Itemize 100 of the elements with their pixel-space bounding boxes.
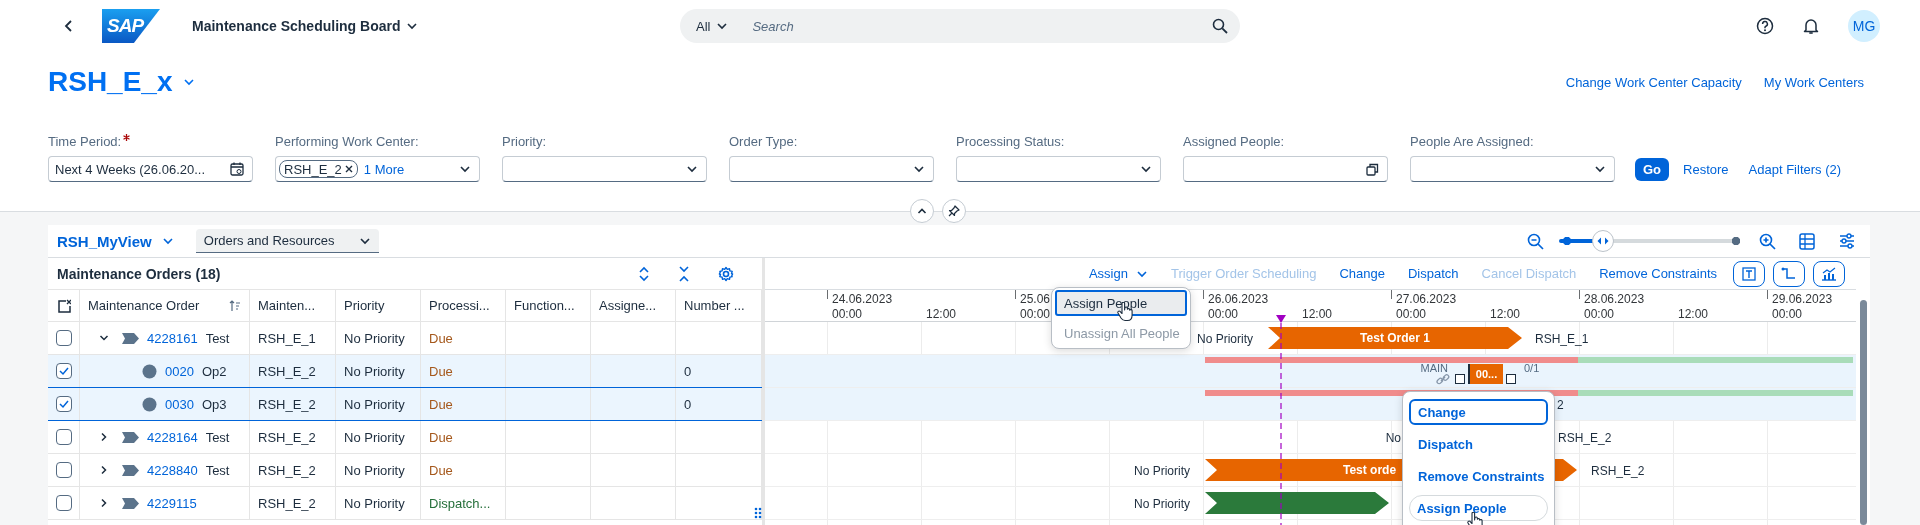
scrollbar[interactable] — [1860, 300, 1867, 525]
menu-button[interactable]: Assign — [1088, 266, 1148, 281]
table-cell: Due — [421, 421, 506, 453]
adapt-filters-button[interactable]: Adapt Filters (2) — [1746, 159, 1844, 179]
column-header[interactable]: Assigne... — [591, 290, 676, 321]
table-row[interactable]: 0030 Op3 RSH_E_2 No Priority Due 0 — [48, 388, 762, 421]
column-header[interactable]: Priority — [336, 290, 421, 321]
token[interactable]: RSH_E_2 — [279, 160, 358, 178]
order-bar[interactable] — [1205, 492, 1389, 514]
more-link[interactable]: 1 More — [363, 161, 405, 177]
operation-link[interactable]: 0030 — [165, 396, 194, 412]
chevron-right-icon[interactable] — [99, 432, 109, 442]
page-title-menu[interactable]: RSH_E_x — [48, 66, 195, 98]
bell-icon[interactable] — [1802, 17, 1820, 35]
column-header[interactable]: Maintenance Order — [88, 298, 200, 313]
table-row[interactable]: 0020 Op2 RSH_E_2 No Priority Due 0 — [48, 355, 762, 388]
chevron-right-icon[interactable] — [99, 465, 109, 475]
axis-time: 00:00 — [1020, 307, 1051, 321]
zoom-in-icon[interactable] — [1759, 232, 1776, 250]
date-field[interactable]: Next 4 Weeks (26.06.20... — [48, 156, 253, 182]
order-link[interactable]: 4228161 — [147, 330, 198, 346]
table-cell: RSH_E_2 — [250, 454, 336, 486]
priority-label: No — [1385, 431, 1401, 445]
clear-selection-icon[interactable] — [56, 298, 71, 313]
value-help-icon — [1366, 162, 1379, 176]
go-button[interactable]: Go — [1635, 157, 1670, 181]
header-link[interactable]: Change Work Center Capacity — [1565, 74, 1742, 90]
user-avatar[interactable]: MG — [1848, 10, 1880, 42]
slider-handle[interactable] — [1592, 230, 1615, 252]
menu-item[interactable]: Change — [1409, 399, 1548, 425]
axis-time: 00:00 — [1584, 307, 1615, 321]
select-field[interactable] — [1410, 156, 1615, 182]
gantt-row[interactable]: MAIN 00... 0/1 — [765, 355, 1856, 388]
table-cell: No Priority — [336, 454, 421, 486]
chevron-right-icon[interactable] — [99, 498, 109, 508]
search-field[interactable]: All Search — [680, 9, 1240, 43]
check-icon — [58, 366, 69, 376]
display-mode-select[interactable]: Orders and Resources — [195, 229, 379, 253]
connector-handle[interactable] — [1455, 374, 1465, 384]
toolbar-button[interactable]: Remove Constraints — [1599, 266, 1717, 281]
order-bar[interactable]: Test Order 1 — [1268, 327, 1522, 349]
order-link[interactable]: 4228164 — [147, 429, 198, 445]
restore-button[interactable]: Restore — [1681, 159, 1731, 179]
row-checkbox[interactable] — [55, 330, 72, 346]
search-icon[interactable] — [1212, 18, 1228, 34]
caret-icon[interactable] — [99, 333, 109, 343]
help-icon[interactable] — [1756, 17, 1774, 35]
order-description: Test — [205, 429, 230, 445]
select-field[interactable] — [729, 156, 934, 182]
app-title-menu[interactable]: Maintenance Scheduling Board — [188, 14, 423, 38]
multi-select-field[interactable]: RSH_E_2 1 More — [275, 156, 480, 182]
column-header[interactable]: Processi... — [421, 290, 506, 321]
value-help-field[interactable] — [1183, 156, 1388, 182]
connector-handle[interactable] — [1506, 374, 1516, 384]
row-checkbox[interactable] — [55, 429, 72, 445]
order-link[interactable]: 4229115 — [147, 495, 197, 511]
menu-item[interactable]: Dispatch — [1409, 431, 1548, 457]
view-select[interactable]: RSH_MyView — [57, 232, 174, 250]
table-row[interactable]: 4228840 Test RSH_E_2 No Priority Due — [48, 454, 762, 487]
select-field[interactable] — [502, 156, 707, 182]
relationship-button[interactable] — [1773, 260, 1805, 287]
capacity-label: 2 — [1557, 398, 1564, 412]
axis-date: 29.06.2023 — [1772, 292, 1833, 306]
row-checkbox[interactable] — [55, 396, 72, 412]
column-header[interactable]: Function... — [506, 290, 591, 321]
axis-date: 28.06.2023 — [1584, 292, 1645, 306]
toolbar-button[interactable]: Change — [1339, 266, 1385, 281]
caret-icon — [913, 163, 925, 175]
expand-all-icon[interactable] — [638, 265, 650, 282]
operation-bar[interactable]: 00... — [1468, 364, 1503, 384]
zoom-out-icon[interactable] — [1527, 232, 1544, 250]
flag-icon — [122, 464, 139, 476]
text-display-button[interactable] — [1733, 260, 1765, 287]
row-checkbox[interactable] — [55, 462, 72, 478]
collapse-header-button[interactable] — [910, 199, 934, 223]
settings-sliders-icon[interactable] — [1839, 233, 1855, 249]
caret-icon — [406, 20, 419, 32]
order-link[interactable]: 4228840 — [147, 462, 198, 478]
filter-label: People Are Assigned: — [1410, 134, 1534, 149]
column-header[interactable]: Mainten... — [250, 290, 336, 321]
chart-button[interactable] — [1813, 260, 1845, 287]
table-row[interactable]: 4228164 Test RSH_E_2 No Priority Due — [48, 421, 762, 454]
circle-icon — [142, 363, 157, 379]
table-row[interactable]: 4229115 RSH_E_2 No Priority Dispatch... — [48, 487, 762, 520]
search-scope-select[interactable]: All — [688, 14, 737, 38]
filter-label: Assigned People: — [1183, 134, 1285, 149]
axis-time: 12:00 — [1490, 307, 1521, 321]
row-checkbox[interactable] — [55, 495, 72, 511]
settings-icon[interactable] — [718, 265, 734, 282]
row-checkbox[interactable] — [55, 363, 72, 379]
table-cell: No Priority — [336, 421, 421, 453]
pin-button[interactable] — [942, 199, 966, 223]
toolbar-button[interactable]: Dispatch — [1408, 266, 1459, 281]
table-icon[interactable] — [1799, 232, 1815, 250]
table-cell: No Priority — [336, 487, 421, 519]
operation-link[interactable]: 0020 — [165, 363, 194, 379]
collapse-all-icon[interactable] — [678, 265, 690, 282]
splitter-grip-icon[interactable] — [754, 507, 762, 519]
header-link[interactable]: My Work Centers — [1763, 74, 1864, 90]
select-field[interactable] — [956, 156, 1161, 182]
